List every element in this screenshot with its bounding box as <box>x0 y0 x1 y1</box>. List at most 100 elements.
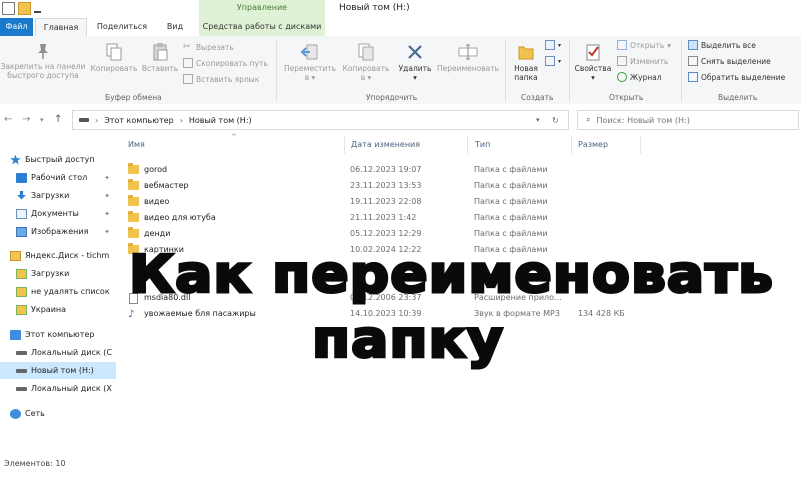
address-dropdown-icon[interactable]: ▾ <box>536 116 540 124</box>
column-header-size[interactable]: Размер <box>578 140 608 149</box>
select-all-button[interactable]: Выделить все <box>688 40 756 50</box>
sidebar-item[interactable]: Яндекс.Диск - tichm <box>0 247 116 264</box>
invert-selection-button[interactable]: Обратить выделение <box>688 72 785 82</box>
column-header-date[interactable]: Дата изменения <box>351 140 420 149</box>
table-row[interactable]: msdia80.dll 01.12.2006 23:37 Расширение пр… <box>126 290 686 306</box>
new-folder-quick-icon[interactable] <box>18 2 31 15</box>
sidebar-item[interactable]: Загрузки <box>0 265 116 282</box>
cell-date: 23.11.2023 13:53 <box>350 181 422 190</box>
properties-button[interactable]: Свойства ▾ <box>572 42 614 82</box>
sidebar-item[interactable]: Локальный диск (С <box>0 344 116 361</box>
new-folder-button[interactable]: Новая папка <box>506 42 546 82</box>
cell-size: 134 428 КБ <box>578 309 625 318</box>
table-row[interactable]: видео для ютуба 21.11.2023 1:42 Папка с фа… <box>126 210 686 226</box>
invert-selection-label: Обратить выделение <box>701 72 786 82</box>
move-to-label-line1: Переместить <box>283 64 337 73</box>
sidebar-item[interactable]: Документы ✦ <box>0 205 116 222</box>
select-all-label: Выделить все <box>701 40 756 50</box>
copy-path-icon <box>183 58 193 68</box>
drive-icon <box>16 386 27 391</box>
cell-date: 14.10.2023 10:39 <box>350 309 422 318</box>
sidebar-item[interactable]: Украина <box>0 301 116 318</box>
rename-label: Переименовать <box>436 64 500 73</box>
address-bar[interactable]: › Этот компьютер › Новый том (H:) ▾ ↻ <box>72 110 569 130</box>
group-label-create: Создать <box>521 93 554 102</box>
new-item-button[interactable]: ▾ <box>545 40 561 50</box>
column-header-type[interactable]: Тип <box>475 140 490 149</box>
audio-file-icon: ♪ <box>128 309 135 320</box>
rename-button[interactable]: Переименовать <box>434 42 502 73</box>
new-item-icon <box>545 40 555 50</box>
table-row[interactable]: ♪ увожаемые бля пасажиры 14.10.2023 10:39 З… <box>126 306 686 322</box>
tab-share[interactable]: Поделиться <box>92 18 152 36</box>
column-divider <box>344 136 345 154</box>
file-icon <box>129 293 138 304</box>
cell-type: Папка с файлами <box>474 181 548 190</box>
folder-icon <box>128 195 139 206</box>
folder-icon <box>16 304 27 315</box>
sidebar-item-label: Яндекс.Диск - tichm <box>25 251 110 260</box>
sidebar-item[interactable]: Быстрый доступ <box>0 151 116 168</box>
cut-label: Вырезать <box>196 42 234 52</box>
search-box[interactable]: ⌕ <box>577 110 799 130</box>
recent-chevron-icon[interactable]: ▾ <box>40 116 44 124</box>
window-title: Новый том (H:) <box>339 3 410 13</box>
sidebar-item[interactable]: Загрузки ✦ <box>0 187 116 204</box>
forward-arrow-icon[interactable]: → <box>22 114 30 125</box>
copy-path-button[interactable]: Скопировать путь <box>183 58 268 68</box>
tab-disk-tools[interactable]: Средства работы с дисками <box>199 18 325 36</box>
paste-shortcut-button[interactable]: Вставить ярлык <box>183 74 259 84</box>
status-item-count: Элементов: 10 <box>4 459 66 468</box>
select-none-icon <box>688 56 698 66</box>
paste-button[interactable]: Вставить <box>140 42 180 73</box>
customize-toolbar-icon[interactable] <box>34 4 41 13</box>
table-row[interactable]: вебмастер 23.11.2023 13:53 Папка с файлами <box>126 178 686 194</box>
sidebar-item[interactable]: Новый том (H:) <box>0 362 116 379</box>
up-arrow-icon[interactable]: ↑ <box>54 114 62 125</box>
table-row[interactable]: gorod 06.12.2023 19:07 Папка с файлами <box>126 162 686 178</box>
navigation-pane: Быстрый доступ Рабочий стол ✦ Загрузки ✦ Доку… <box>0 148 116 458</box>
tab-file[interactable]: Файл <box>0 18 33 36</box>
tab-home[interactable]: Главная <box>35 18 87 38</box>
sidebar-item[interactable]: Рабочий стол ✦ <box>0 169 116 186</box>
pin-quick-access-button[interactable]: Закрепить на панели быстрого доступа <box>0 42 86 80</box>
copy-to-button[interactable]: Копировать в ▾ <box>339 42 393 82</box>
delete-x-icon <box>408 45 422 59</box>
properties-quick-icon[interactable] <box>2 2 15 15</box>
scissors-icon: ✂ <box>183 42 191 52</box>
copy-button[interactable]: Копировать <box>88 42 140 73</box>
table-row[interactable]: картинки 10.02.2024 12:22 Папка с файлами <box>126 242 686 258</box>
delete-button[interactable]: Удалить ▾ <box>396 42 434 82</box>
copy-to-label-line2: в <box>360 73 366 82</box>
folder-icon <box>128 163 139 174</box>
pinned-icon: ✦ <box>104 173 110 182</box>
refresh-icon[interactable]: ↻ <box>552 116 559 125</box>
move-to-button[interactable]: Переместить в ▾ <box>282 42 338 82</box>
folder-icon <box>128 227 139 238</box>
back-arrow-icon[interactable]: ← <box>4 114 12 125</box>
tab-view[interactable]: Вид <box>160 18 190 36</box>
table-row[interactable]: денди 05.12.2023 12:29 Папка с файлами <box>126 226 686 242</box>
cell-name: видео для ютуба <box>144 213 216 222</box>
sidebar-item[interactable]: Этот компьютер <box>0 326 116 343</box>
sidebar-item[interactable]: Локальный диск (Х <box>0 380 116 397</box>
edit-button[interactable]: Изменить <box>617 56 668 66</box>
history-button[interactable]: Журнал <box>617 72 662 82</box>
sidebar-item[interactable]: Сеть <box>0 405 116 422</box>
sidebar-item[interactable]: Изображения ✦ <box>0 223 116 240</box>
breadcrumb-this-pc[interactable]: Этот компьютер <box>104 116 173 125</box>
column-header-name[interactable]: Имя <box>128 140 145 149</box>
pin-label-line1: Закрепить на панели <box>0 62 86 71</box>
open-button[interactable]: Открыть ▾ <box>617 40 671 50</box>
easy-access-button[interactable]: ▾ <box>545 56 561 66</box>
download-icon <box>17 190 26 200</box>
desktop-icon <box>16 172 27 183</box>
table-row[interactable]: видео 19.11.2023 22:08 Папка с файлами <box>126 194 686 210</box>
star-icon <box>10 154 21 165</box>
breadcrumb-current[interactable]: Новый том (H:) <box>189 116 252 125</box>
context-group-label: Управление <box>199 0 325 18</box>
cut-button[interactable]: ✂ Вырезать <box>183 42 234 52</box>
sidebar-item[interactable]: не удалять список <box>0 283 116 300</box>
select-none-button[interactable]: Снять выделение <box>688 56 771 66</box>
search-input[interactable] <box>596 115 777 125</box>
